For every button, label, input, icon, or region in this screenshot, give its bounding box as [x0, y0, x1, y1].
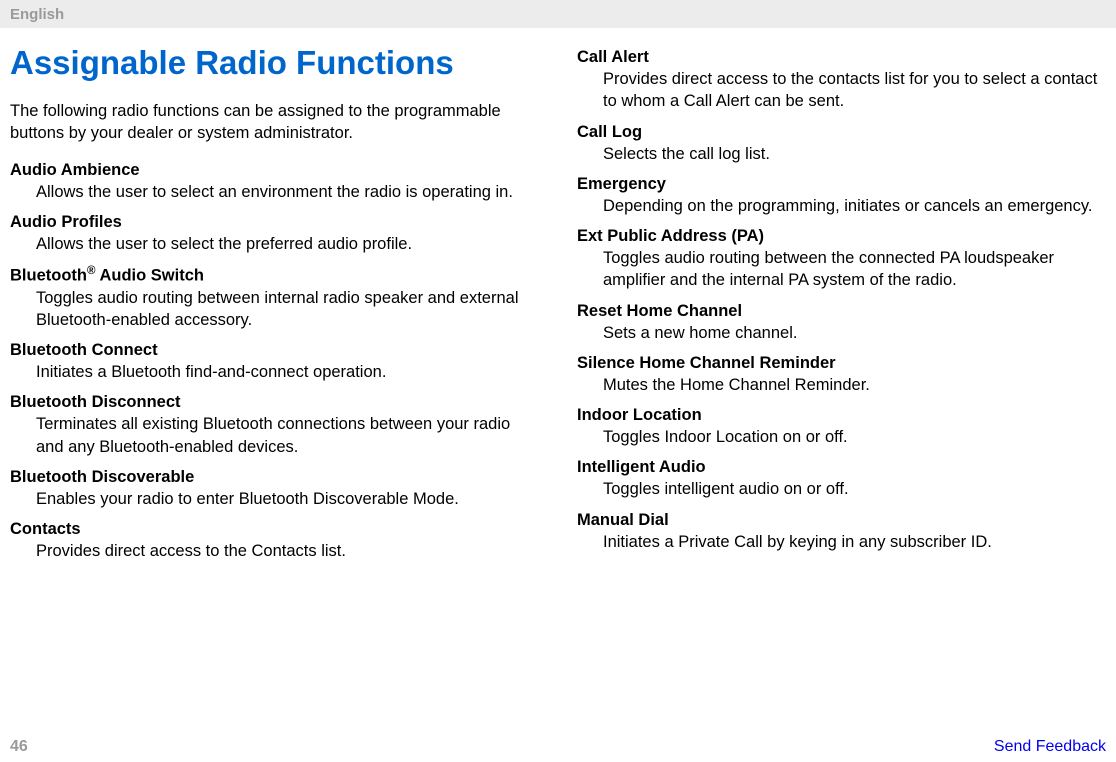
term: Ext Public Address (PA) [577, 227, 1106, 246]
definition: Enables your radio to enter Bluetooth Di… [36, 488, 539, 510]
term: Call Log [577, 123, 1106, 142]
term: Bluetooth Connect [10, 341, 539, 360]
definition: Initiates a Bluetooth find-and-connect o… [36, 361, 539, 383]
definition: Toggles audio routing between the connec… [603, 247, 1106, 292]
term: Emergency [577, 175, 1106, 194]
definition: Allows the user to select an environment… [36, 181, 539, 203]
definition: Terminates all existing Bluetooth connec… [36, 413, 539, 458]
definition: Provides direct access to the contacts l… [603, 68, 1106, 113]
term: Bluetooth Disconnect [10, 393, 539, 412]
term: Bluetooth Discoverable [10, 468, 539, 487]
term-prefix: Bluetooth [10, 267, 87, 285]
term: Bluetooth® Audio Switch [10, 265, 539, 286]
term: Audio Ambience [10, 161, 539, 180]
definition: Allows the user to select the preferred … [36, 233, 539, 255]
definition-list-left: Audio Ambience Allows the user to select… [10, 161, 539, 563]
term: Manual Dial [577, 511, 1106, 530]
definition: Initiates a Private Call by keying in an… [603, 531, 1106, 553]
definition: Selects the call log list. [603, 143, 1106, 165]
definition: Depending on the programming, initiates … [603, 195, 1106, 217]
footer: 46 Send Feedback [0, 738, 1116, 756]
language-label: English [10, 6, 64, 23]
left-column: Assignable Radio Functions The following… [10, 36, 539, 562]
content-area: Assignable Radio Functions The following… [0, 28, 1116, 562]
send-feedback-link[interactable]: Send Feedback [994, 738, 1106, 756]
header-bar: English [0, 0, 1116, 28]
term: Intelligent Audio [577, 458, 1106, 477]
term: Call Alert [577, 48, 1106, 67]
term: Silence Home Channel Reminder [577, 354, 1106, 373]
definition: Toggles Indoor Location on or off. [603, 426, 1106, 448]
term: Indoor Location [577, 406, 1106, 425]
right-column: Call Alert Provides direct access to the… [577, 36, 1106, 562]
definition: Toggles intelligent audio on or off. [603, 478, 1106, 500]
registered-symbol: ® [87, 265, 96, 277]
definition-list-right: Call Alert Provides direct access to the… [577, 48, 1106, 553]
page-number: 46 [10, 738, 28, 756]
term-suffix: Audio Switch [96, 267, 204, 285]
definition: Provides direct access to the Contacts l… [36, 540, 539, 562]
definition: Sets a new home channel. [603, 322, 1106, 344]
intro-paragraph: The following radio functions can be ass… [10, 100, 539, 145]
term: Reset Home Channel [577, 302, 1106, 321]
term: Contacts [10, 520, 539, 539]
term: Audio Profiles [10, 213, 539, 232]
definition: Toggles audio routing between internal r… [36, 287, 539, 332]
definition: Mutes the Home Channel Reminder. [603, 374, 1106, 396]
page-title: Assignable Radio Functions [10, 44, 539, 82]
